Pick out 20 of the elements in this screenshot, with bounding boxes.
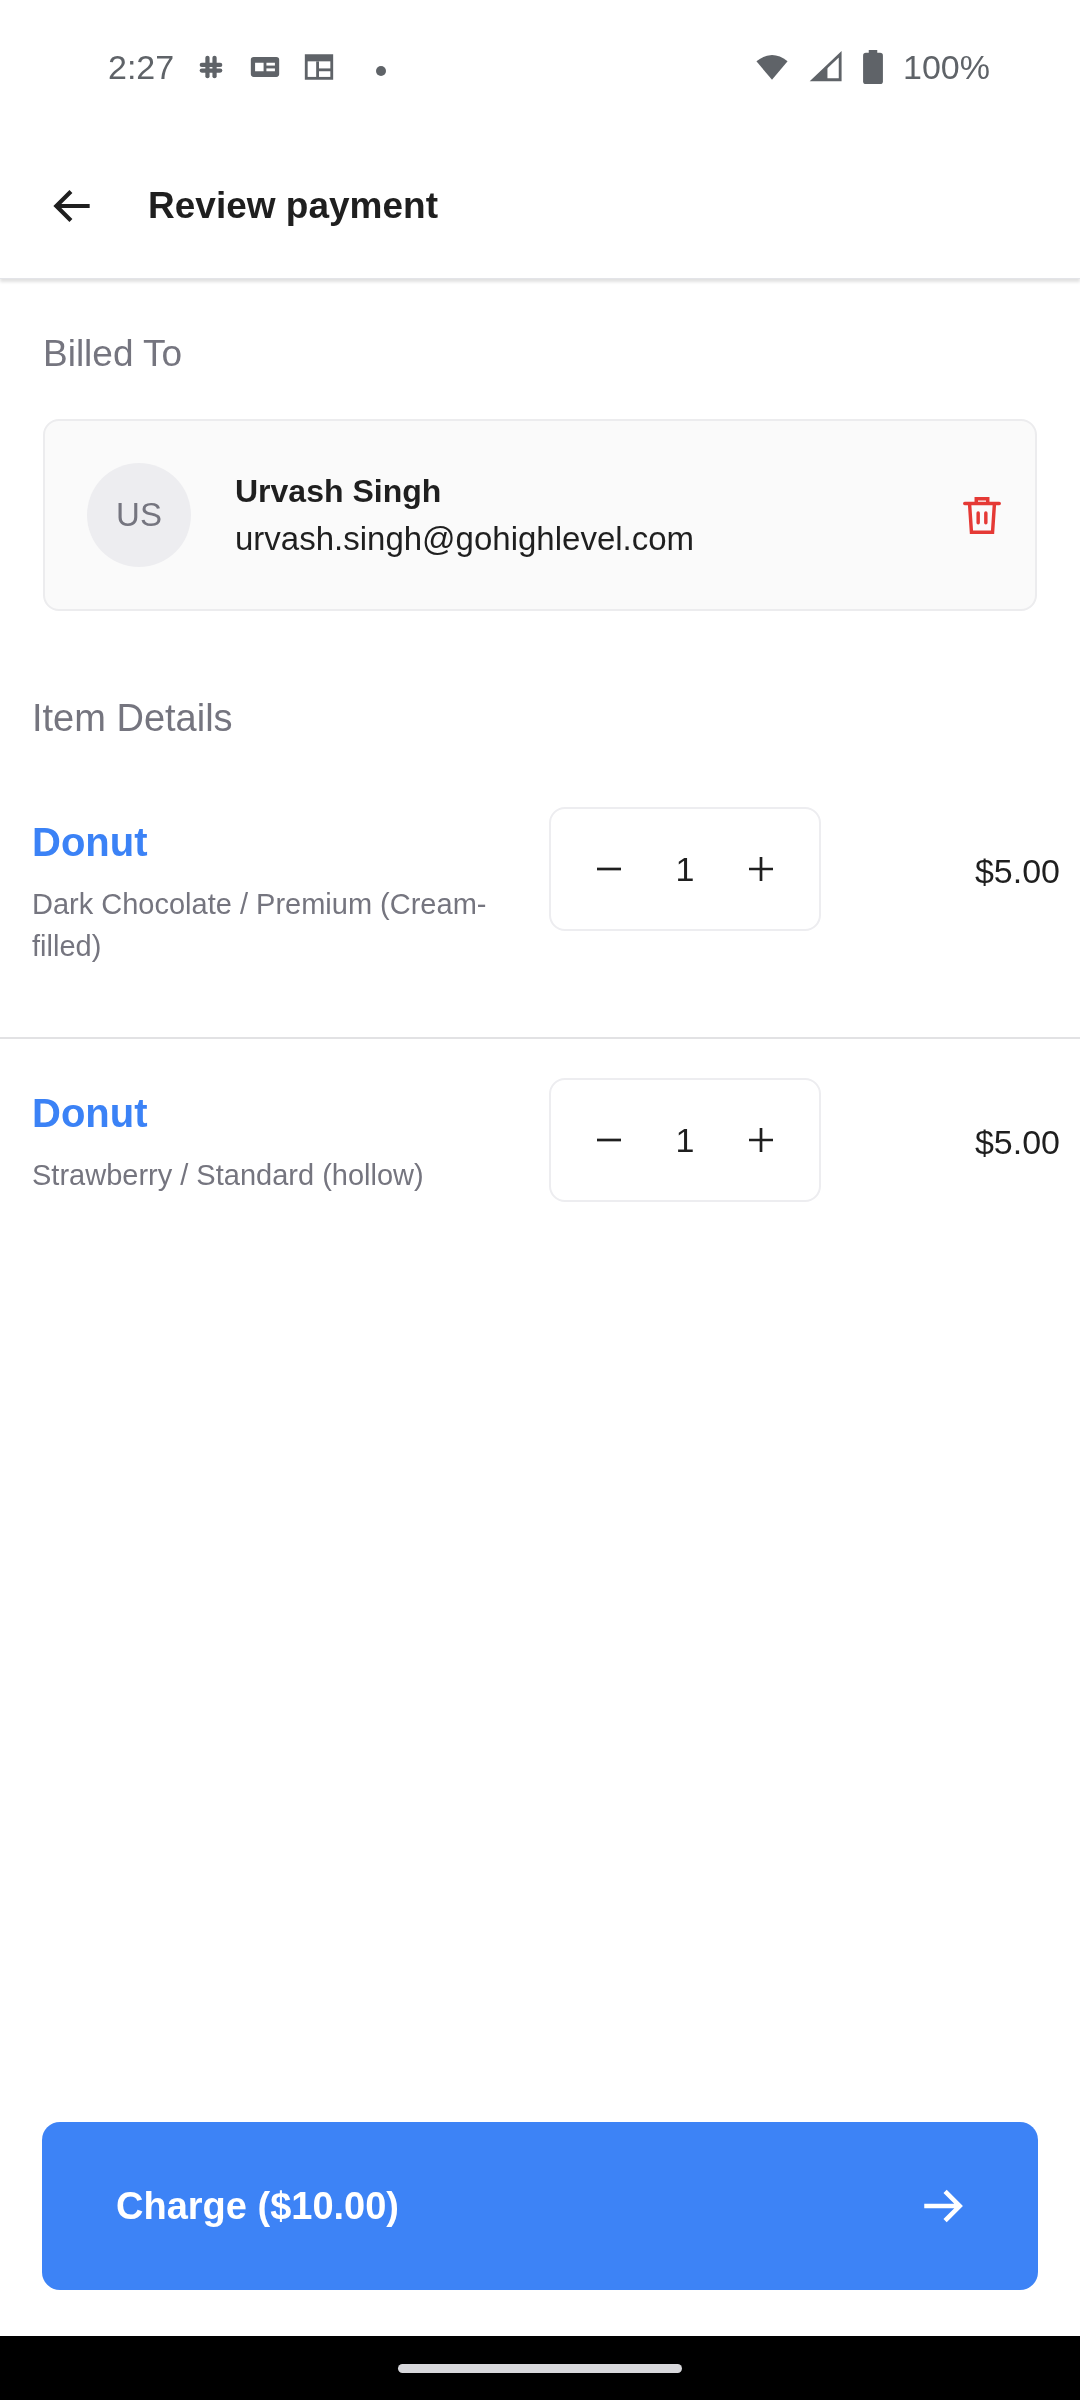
section-heading: Billed To xyxy=(43,333,184,375)
item-name[interactable]: Donut xyxy=(32,820,512,865)
screen-title: Review payment xyxy=(148,185,438,227)
item-price: $5.00 xyxy=(974,1123,1060,1162)
item-options: Dark Chocolate / Premium (Cream-filled) xyxy=(32,883,512,967)
quantity: 1 xyxy=(675,849,695,889)
item-price: $5.00 xyxy=(974,852,1060,891)
customer-email: urvash.singh@gohighlevel.com xyxy=(235,519,696,558)
quantity: 1 xyxy=(675,1120,695,1160)
customer-name: Urvash Singh xyxy=(235,472,443,510)
avatar: US xyxy=(87,463,191,567)
status-time: 2:27 xyxy=(108,47,175,87)
charge-button[interactable]: Charge ($10.00) xyxy=(42,2122,1038,2290)
signal-icon xyxy=(809,50,844,84)
item-options: Strawberry / Standard (hollow) xyxy=(32,1154,512,1196)
section-heading: Item Details xyxy=(32,697,234,740)
battery-level: 100% xyxy=(903,47,990,87)
battery-icon xyxy=(863,50,884,84)
home-handle[interactable] xyxy=(398,2363,682,2373)
item-name[interactable]: Donut xyxy=(32,1091,512,1136)
